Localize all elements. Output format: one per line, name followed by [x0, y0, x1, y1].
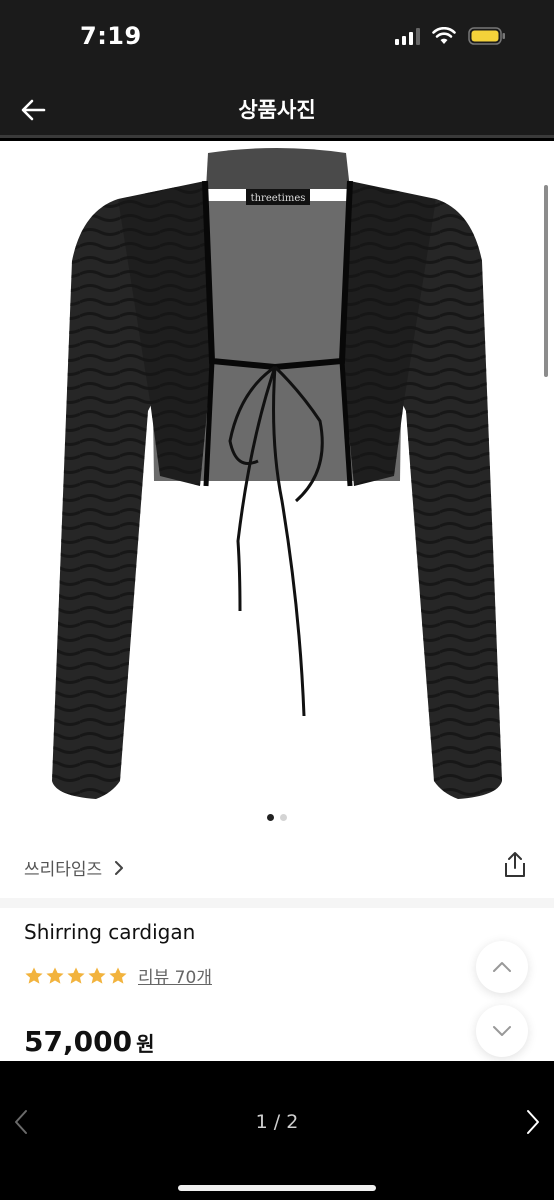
chevron-down-icon: [493, 1026, 511, 1036]
home-indicator[interactable]: [178, 1185, 376, 1191]
scroll-up-button[interactable]: [476, 941, 528, 993]
scroll-indicator[interactable]: [544, 185, 548, 377]
share-icon: [505, 852, 525, 877]
product-detail: threetimes 쓰리타임즈 Shirring cardigan 리뷰 70…: [0, 141, 554, 1061]
product-image[interactable]: threetimes: [0, 141, 554, 831]
page-title: 상품사진: [238, 98, 316, 122]
price-amount: 57,000: [24, 1025, 133, 1058]
next-image-button[interactable]: [520, 1107, 544, 1137]
battery-icon: [468, 26, 506, 46]
brand-label-text: threetimes: [251, 193, 306, 204]
scroll-down-button[interactable]: [476, 1005, 528, 1057]
chevron-right-icon: [115, 860, 124, 875]
star-icon: [88, 967, 106, 984]
star-icon: [109, 967, 127, 984]
header: 상품사진: [0, 80, 554, 138]
cardigan-illustration: threetimes: [52, 148, 502, 799]
rating-stars: [24, 966, 128, 986]
chevron-up-icon: [493, 962, 511, 972]
price-currency: 원: [136, 1032, 155, 1056]
price: 57,000 원: [24, 1025, 154, 1058]
image-pager-bar: 1 / 2: [0, 1061, 554, 1200]
status-bar: 7:19: [0, 0, 554, 80]
image-pagination-dots: [0, 814, 554, 821]
wifi-icon: [432, 27, 456, 45]
share-button[interactable]: [502, 851, 528, 879]
rating-row: 리뷰 70개: [24, 963, 212, 988]
product-name: Shirring cardigan: [24, 920, 196, 944]
page-indicator: 1 / 2: [255, 1111, 299, 1133]
star-icon: [67, 967, 85, 984]
star-icon: [46, 967, 64, 984]
brand-name: 쓰리타임즈: [24, 860, 103, 880]
chevron-right-icon: [527, 1110, 539, 1134]
pagination-dot: [280, 814, 287, 821]
signal-icon: [395, 27, 420, 45]
brand-link[interactable]: 쓰리타임즈: [24, 855, 126, 880]
star-icon: [25, 967, 43, 984]
status-icons: [395, 26, 506, 46]
section-divider: [0, 898, 554, 908]
review-count-link[interactable]: 리뷰 70개: [138, 963, 212, 988]
status-time: 7:19: [80, 22, 142, 50]
pagination-dot-active: [267, 814, 274, 821]
